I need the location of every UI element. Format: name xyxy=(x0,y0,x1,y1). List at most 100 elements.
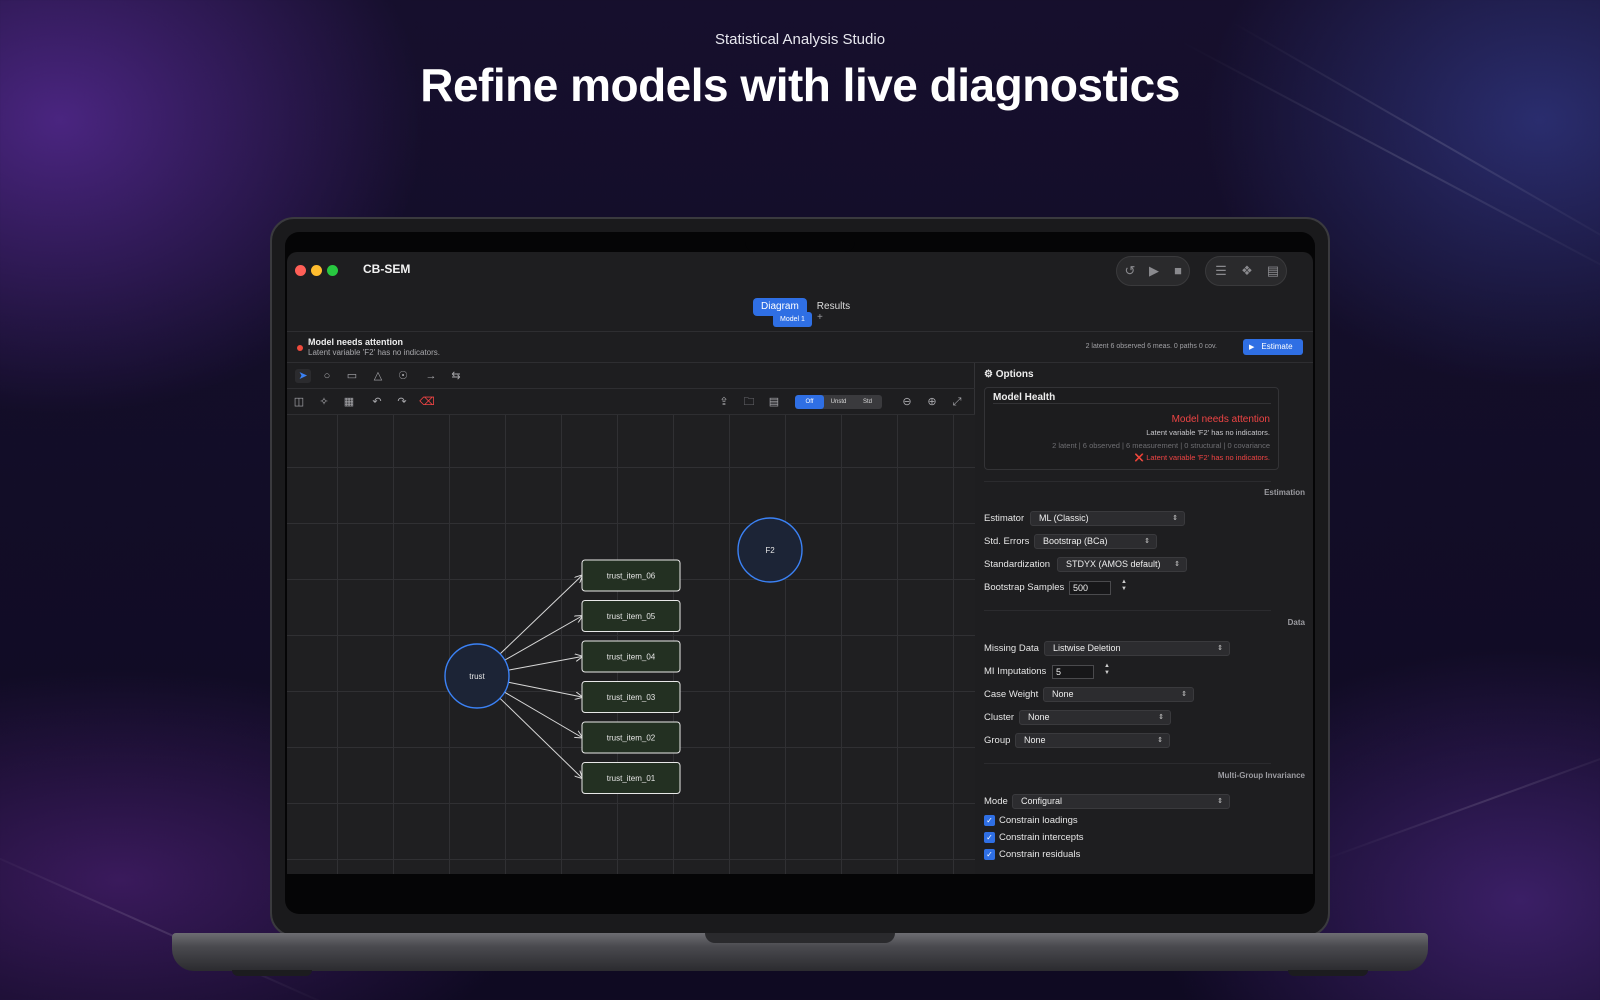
title-bar: CB-SEM ↺ ▶ ■ ☰ ❖ ▤ Diagram Results xyxy=(287,252,1313,316)
mode-label: Mode xyxy=(984,796,1008,807)
model-health-card: Model Health Model needs attention Laten… xyxy=(984,387,1279,470)
triangle-icon[interactable]: △ xyxy=(370,369,386,383)
fit-icon[interactable]: ⤢ xyxy=(949,395,965,409)
view-option-unstd[interactable]: Unstd xyxy=(824,395,853,409)
health-issue: ❌ Latent variable 'F2' has no indicators… xyxy=(1135,453,1270,462)
latent-node[interactable]: F2 xyxy=(737,517,803,583)
observed-rect-icon[interactable]: ▭ xyxy=(344,369,360,383)
constrain-loadings-label: Constrain loadings xyxy=(999,815,1078,826)
draw-toolbar: ➤ ○ ▭ △ ☉ → ⇆ xyxy=(287,363,975,389)
tab-model-1[interactable]: Model 1 xyxy=(773,312,812,327)
estimate-button[interactable]: ▶ Estimate xyxy=(1243,339,1303,355)
minimize-window-button[interactable] xyxy=(311,265,322,276)
report-icon[interactable]: ▤ xyxy=(1264,262,1282,280)
gear-icon: ⚙ xyxy=(984,369,993,380)
indicator-label: trust_item_03 xyxy=(607,693,656,702)
constrain-residuals-checkbox[interactable]: ✓ xyxy=(984,849,995,860)
magic-wand-icon[interactable]: ✧ xyxy=(316,395,332,409)
options-header: ⚙ Options xyxy=(984,369,1034,380)
path-arrow[interactable] xyxy=(499,576,582,655)
run-icon[interactable]: ▶ xyxy=(1145,262,1163,280)
indicator-node[interactable]: trust_item_03 xyxy=(581,681,681,713)
health-status: Model needs attention xyxy=(1171,414,1270,425)
divider xyxy=(984,763,1271,764)
export-icon[interactable]: ⇪ xyxy=(716,395,732,409)
divider xyxy=(984,481,1271,482)
indicator-node[interactable]: trust_item_02 xyxy=(581,721,681,754)
bootstrap-samples-input[interactable]: 500 xyxy=(1069,581,1111,595)
indicator-node[interactable]: trust_item_06 xyxy=(581,559,681,592)
mode-select[interactable]: Configural ⇕ xyxy=(1012,794,1230,809)
latent-label: trust xyxy=(469,672,485,681)
cluster-select[interactable]: None ⇕ xyxy=(1019,710,1171,725)
chevron-updown-icon: ⇕ xyxy=(1217,798,1223,805)
covariance-arrow-icon[interactable]: ⇆ xyxy=(448,369,464,383)
run-controls-group: ↺ ▶ ■ xyxy=(1116,256,1190,286)
auto-layout-icon[interactable]: ◫ xyxy=(291,395,307,409)
select-pointer-icon[interactable]: ➤ xyxy=(295,369,311,383)
health-issue-text: Latent variable 'F2' has no indicators. xyxy=(1146,453,1270,462)
attention-title: Model needs attention xyxy=(308,337,404,347)
reset-icon[interactable]: ↺ xyxy=(1121,262,1139,280)
view-option-off[interactable]: Off xyxy=(795,395,824,409)
diagram-network-icon[interactable]: ❖ xyxy=(1238,262,1256,280)
zoom-window-button[interactable] xyxy=(327,265,338,276)
latent-label: F2 xyxy=(765,546,775,555)
indicator-node[interactable]: trust_item_04 xyxy=(581,640,681,673)
estimates-view-toggle: Off Unstd Std xyxy=(795,395,882,409)
indicator-node[interactable]: trust_item_05 xyxy=(581,600,681,632)
delete-icon[interactable]: ⌫ xyxy=(419,395,435,409)
chevron-updown-icon: ⇕ xyxy=(1181,691,1187,698)
diagram-canvas[interactable]: trust_item_06 trust_item_05 trust_item_04t… xyxy=(287,415,975,874)
error-term-icon[interactable]: ☉ xyxy=(395,369,411,383)
indicator-label: trust_item_04 xyxy=(607,653,656,662)
estimation-section-title: Estimation xyxy=(1264,488,1305,497)
missing-data-value: Listwise Deletion xyxy=(1053,643,1121,653)
open-folder-icon[interactable]: 🗀 xyxy=(741,395,757,409)
grid-icon[interactable]: ▦ xyxy=(341,395,357,409)
case-weight-select[interactable]: None ⇕ xyxy=(1043,687,1194,702)
laptop-foot xyxy=(232,970,312,976)
light-streak xyxy=(1319,736,1600,862)
camera-notch xyxy=(745,232,855,252)
std-errors-value: Bootstrap (BCa) xyxy=(1043,536,1108,546)
add-model-button[interactable]: + xyxy=(817,312,823,323)
settings-sliders-icon[interactable]: ☰ xyxy=(1212,262,1230,280)
path-arrow[interactable] xyxy=(508,681,582,697)
latent-node[interactable]: trust xyxy=(444,643,510,709)
path-arrow[interactable] xyxy=(504,691,582,737)
chevron-updown-icon: ⇕ xyxy=(1174,561,1180,568)
group-label: Group xyxy=(984,735,1011,746)
document-icon[interactable]: ▤ xyxy=(766,395,782,409)
attention-detail: Latent variable 'F2' has no indicators. xyxy=(308,348,441,357)
missing-data-select[interactable]: Listwise Deletion ⇕ xyxy=(1044,641,1230,656)
view-option-std[interactable]: Std xyxy=(853,395,882,409)
bootstrap-samples-stepper[interactable]: ▲ ▼ xyxy=(1119,579,1129,595)
path-arrow-icon[interactable]: → xyxy=(423,369,439,383)
attention-status-dot xyxy=(297,345,303,351)
options-title: Options xyxy=(995,369,1034,380)
chevron-updown-icon: ⇕ xyxy=(1172,515,1178,522)
constrain-loadings-checkbox[interactable]: ✓ xyxy=(984,815,995,826)
standardization-value: STDYX (AMOS default) xyxy=(1066,559,1161,569)
stop-icon[interactable]: ■ xyxy=(1169,262,1187,280)
estimator-select[interactable]: ML (Classic) ⇕ xyxy=(1030,511,1185,526)
latent-circle-icon[interactable]: ○ xyxy=(319,369,335,383)
constrain-intercepts-checkbox[interactable]: ✓ xyxy=(984,832,995,843)
undo-icon[interactable]: ↶ xyxy=(369,395,385,409)
mi-imputations-stepper[interactable]: ▲ ▼ xyxy=(1102,663,1112,679)
path-arrow[interactable] xyxy=(499,697,582,778)
mi-imputations-input[interactable]: 5 xyxy=(1052,665,1094,679)
cluster-label: Cluster xyxy=(984,712,1015,723)
zoom-in-icon[interactable]: ⊕ xyxy=(924,395,940,409)
indicator-node[interactable]: trust_item_01 xyxy=(581,762,681,794)
chevron-updown-icon: ⇕ xyxy=(1158,714,1164,721)
path-arrow[interactable] xyxy=(508,657,582,671)
chevron-updown-icon: ⇕ xyxy=(1217,645,1223,652)
redo-icon[interactable]: ↷ xyxy=(394,395,410,409)
standardization-select[interactable]: STDYX (AMOS default) ⇕ xyxy=(1057,557,1187,572)
zoom-out-icon[interactable]: ⊖ xyxy=(899,395,915,409)
std-errors-select[interactable]: Bootstrap (BCa) ⇕ xyxy=(1034,534,1157,549)
group-select[interactable]: None ⇕ xyxy=(1015,733,1170,748)
close-window-button[interactable] xyxy=(295,265,306,276)
